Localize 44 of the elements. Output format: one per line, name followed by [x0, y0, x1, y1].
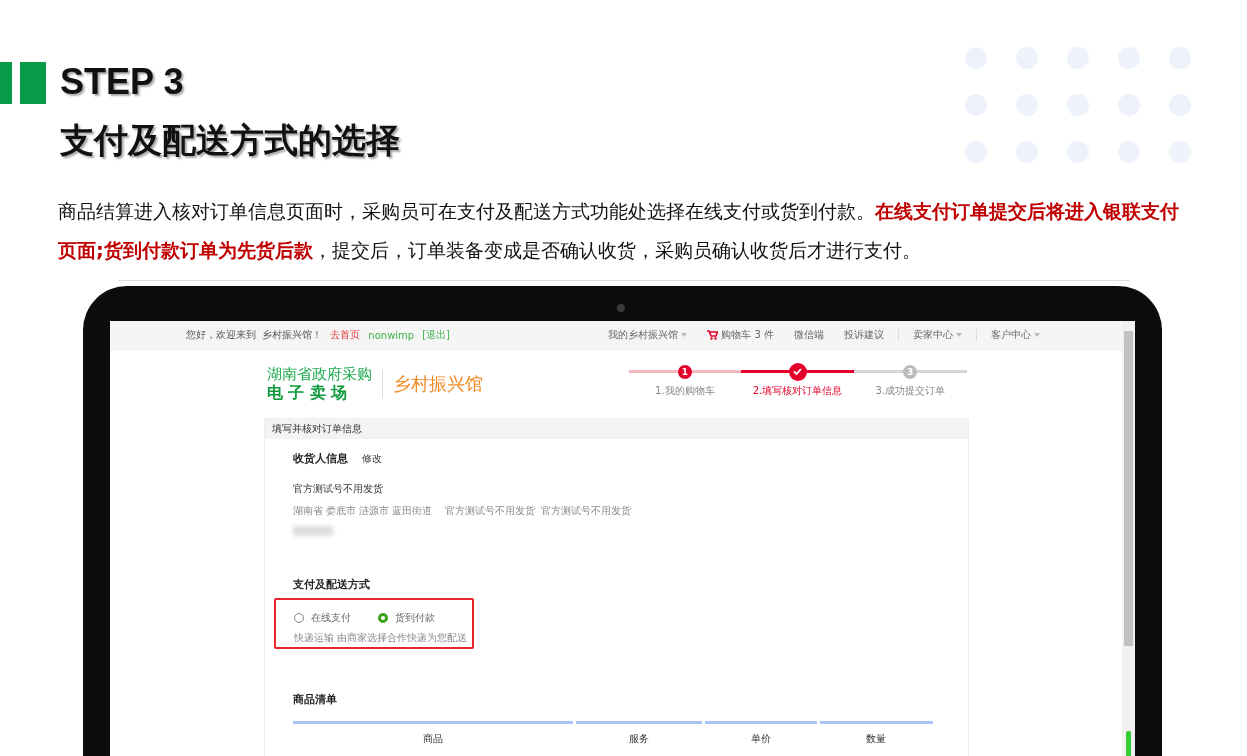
edit-link[interactable]: 修改: [361, 452, 382, 466]
camera-icon: [617, 304, 625, 312]
step-label: 3.成功提交订单: [875, 384, 945, 398]
greeting-text: 您好，欢迎来到 乡村振兴馆！: [186, 328, 323, 342]
radio-option[interactable]: 在线支付: [293, 611, 351, 625]
check-icon: [793, 368, 802, 375]
step-marker: 1: [677, 364, 692, 379]
top-menu-item[interactable]: 卖家中心: [913, 328, 962, 342]
column-header: 单价: [704, 721, 817, 746]
cart-icon: [707, 330, 719, 340]
top-menu-item[interactable]: 购物车 3 件: [707, 328, 774, 342]
address-text: 湖南省 娄底市 涟源市 蓝田街道 官方测试号不用发货 官方测试号不用发货: [292, 504, 633, 518]
top-menu-item[interactable]: 我的乡村振兴馆: [608, 328, 688, 342]
column-header: 服务: [575, 721, 702, 746]
home-link[interactable]: 去首页: [330, 328, 361, 342]
shipping-note: 快递运输 由商家选择合作快递为您配送: [293, 631, 468, 645]
top-menu-item[interactable]: 客户中心: [991, 328, 1040, 342]
logo-name: 乡村振兴馆: [392, 372, 483, 396]
step-label: STEP 3: [60, 60, 185, 104]
step-label: 1.我的购物车: [655, 384, 715, 398]
description-paragraph: 商品结算进入核对订单信息页面时，采购员可在支付及配送方式功能处选择在线支付或货到付款。在线支付订单提交后将进入银联支付页面;货到付款订单为先货后款，提交后，订单装备变成是否确认收货，采购员确认收货后才进行支付。: [58, 199, 1180, 264]
accent-bar: [20, 62, 46, 104]
receiver-name: 官方测试号不用发货: [292, 482, 384, 496]
caret-icon: [681, 333, 688, 337]
step-marker: 3: [903, 364, 918, 379]
caret-icon: [956, 333, 962, 337]
blurred-text: [292, 526, 333, 536]
column-header: 商品: [292, 721, 573, 746]
top-menu-item[interactable]: 微信端: [794, 328, 824, 342]
logo-text: 湖南省政府采购: [266, 366, 372, 383]
section-heading: 支付及配送方式: [292, 578, 371, 592]
step-label: 2.填写核对订单信息: [752, 384, 843, 398]
logo-text: 电 子 卖 场: [266, 383, 349, 402]
top-menu-item[interactable]: 投诉建议: [844, 328, 884, 342]
section-heading: 收货人信息: [292, 452, 348, 466]
panel-title: 填写并核对订单信息: [264, 419, 968, 439]
username-text: nonwimp: [368, 329, 415, 341]
accent-bar: [0, 62, 12, 104]
caret-icon: [1034, 333, 1040, 337]
column-header: 数量: [819, 721, 933, 746]
radio-option[interactable]: 货到付款: [377, 611, 435, 625]
section-heading: 商品清单: [292, 693, 338, 707]
scrollbar[interactable]: [1122, 321, 1135, 756]
slide-title: 支付及配送方式的选择: [60, 119, 400, 162]
